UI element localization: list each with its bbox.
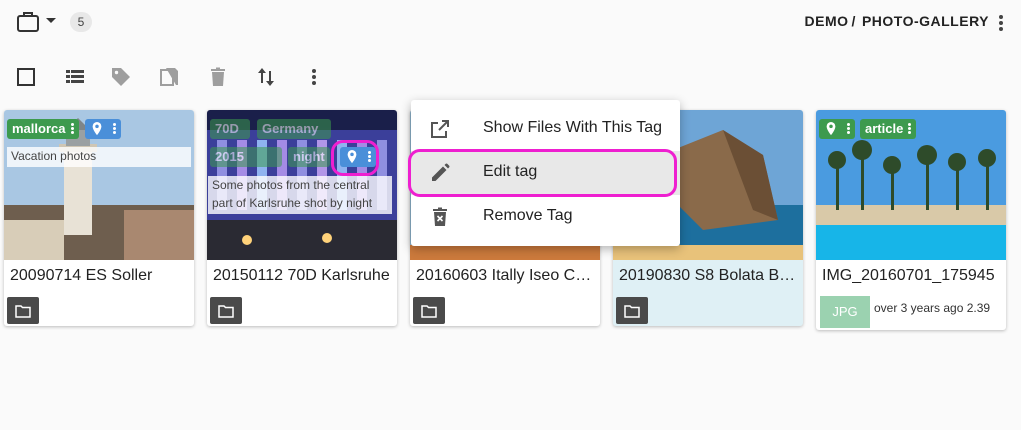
delete-icon[interactable]	[206, 65, 230, 89]
breadcrumb-parent[interactable]: DEMO	[805, 13, 849, 29]
click-highlight-location-chip	[331, 140, 379, 176]
more-vert-icon[interactable]	[312, 69, 316, 87]
more-vert-icon[interactable]	[999, 15, 1003, 33]
list-view-icon[interactable]	[63, 65, 87, 89]
map-pin-icon	[826, 122, 836, 136]
breadcrumb-current: PHOTO-GALLERY	[861, 13, 989, 29]
chip-menu-icon[interactable]	[908, 123, 911, 135]
tag-chip-article[interactable]: article	[860, 119, 916, 139]
open-folder-button[interactable]	[616, 297, 648, 324]
tag-icon[interactable]	[109, 65, 133, 89]
map-pin-icon	[92, 122, 102, 136]
breadcrumb: DEMO / PHOTO-GALLERY	[805, 13, 989, 29]
menu-item-label: Show Files With This Tag	[483, 119, 663, 136]
open-folder-button[interactable]	[7, 297, 39, 324]
folder-icon	[421, 304, 437, 318]
photo-card[interactable]: article IMG_20160701_175945 JPG over 3 y…	[816, 110, 1006, 330]
chip-menu-icon[interactable]	[847, 123, 850, 135]
photo-caption: 20160603 Itally Iseo Camping	[416, 267, 596, 284]
sort-icon[interactable]	[254, 65, 278, 89]
click-highlight-edit-tag	[408, 149, 677, 197]
chip-menu-icon[interactable]	[71, 123, 74, 135]
photo-caption: 20090714 ES Soller	[10, 267, 153, 284]
photo-card[interactable]: 70D Germany 2015 night Some photos from …	[207, 110, 397, 326]
menu-item-label: Remove Tag	[483, 207, 573, 224]
photo-description: Vacation photos	[7, 147, 191, 167]
dropdown-caret-icon[interactable]	[46, 18, 56, 23]
open-in-new-icon	[428, 117, 452, 141]
delete-x-icon	[428, 205, 452, 229]
tag-chip-mallorca[interactable]: mallorca	[7, 119, 79, 139]
photo-card[interactable]: mallorca Vacation photos 20090714 ES Sol…	[4, 110, 194, 326]
tag-chip-germany[interactable]: Germany	[257, 119, 331, 139]
menu-item-show-files[interactable]: Show Files With This Tag	[411, 107, 680, 151]
briefcase-icon[interactable]	[16, 11, 40, 33]
folder-icon	[218, 304, 234, 318]
top-bar: 5 DEMO / PHOTO-GALLERY	[0, 0, 1021, 44]
chip-menu-icon[interactable]	[113, 123, 116, 135]
open-folder-button[interactable]	[413, 297, 445, 324]
tag-chip-night[interactable]: night	[288, 147, 330, 167]
select-all-checkbox-icon[interactable]	[14, 65, 38, 89]
tag-chip-2015[interactable]: 2015	[210, 147, 282, 167]
location-chip[interactable]	[819, 119, 855, 139]
folder-icon	[624, 304, 640, 318]
folder-icon	[15, 304, 31, 318]
menu-item-remove-tag[interactable]: Remove Tag	[411, 195, 680, 239]
toolbar	[0, 60, 1021, 94]
photo-caption: IMG_20160701_175945	[822, 267, 995, 284]
photo-description: Some photos from the central part of Kar…	[208, 176, 392, 214]
location-chip[interactable]	[85, 119, 121, 139]
copy-icon[interactable]	[158, 65, 182, 89]
photo-caption: 20190830 S8 Bolata Beach	[619, 267, 799, 284]
file-meta: over 3 years ago 2.39	[874, 301, 991, 315]
photo-caption: 20150112 70D Karlsruhe	[213, 267, 390, 284]
file-type-badge: JPG	[820, 296, 870, 328]
breadcrumb-separator: /	[851, 13, 856, 29]
tag-chip-70d[interactable]: 70D	[210, 119, 250, 139]
workspace-count-badge: 5	[70, 12, 92, 32]
open-folder-button[interactable]	[210, 297, 242, 324]
